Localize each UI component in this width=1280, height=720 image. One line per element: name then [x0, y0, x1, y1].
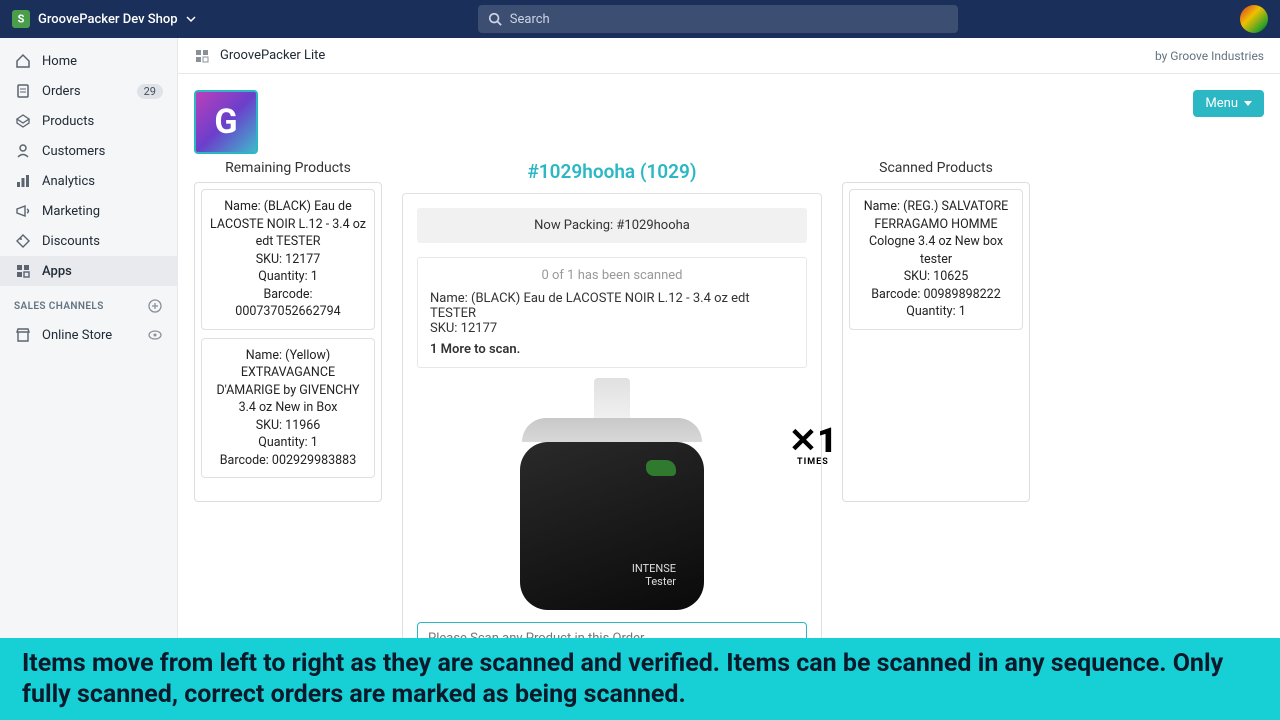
store-icon: [14, 326, 32, 344]
analytics-icon: [14, 172, 32, 190]
app-byline: by Groove Industries: [1155, 49, 1264, 63]
products-icon: [14, 112, 32, 130]
chevron-down-icon: [186, 14, 196, 24]
remaining-title: Remaining Products: [194, 160, 382, 176]
nav-discounts[interactable]: Discounts: [0, 226, 177, 256]
search-icon: [488, 12, 502, 26]
search-field[interactable]: [478, 5, 958, 33]
sales-channels-header: SALES CHANNELS: [0, 286, 177, 320]
nav-label: Marketing: [42, 204, 100, 219]
orders-badge: 29: [137, 84, 163, 99]
shopify-logo-icon: [12, 10, 30, 28]
current-product-sku: SKU: 12177: [430, 321, 794, 336]
add-channel-icon[interactable]: [147, 298, 163, 314]
search-container: [196, 5, 1240, 33]
home-icon: [14, 52, 32, 70]
app-header: GroovePacker Lite by Groove Industries: [178, 38, 1280, 74]
nav-label: Products: [42, 114, 94, 129]
more-to-scan: 1 More to scan.: [430, 342, 794, 357]
center-panel: #1029hooha (1029) Now Packing: #1029hooh…: [402, 160, 822, 716]
remaining-item[interactable]: Name: (Yellow) EXTRAVAGANCE D'AMARIGE by…: [201, 338, 375, 479]
orders-icon: [14, 82, 32, 100]
view-store-icon[interactable]: [147, 327, 163, 343]
avatar[interactable]: [1240, 5, 1268, 33]
nav-label: Analytics: [42, 174, 95, 189]
scanned-title: Scanned Products: [842, 160, 1030, 176]
apps-small-icon: [194, 48, 210, 64]
order-title: #1029hooha (1029): [402, 160, 822, 183]
app-title: GroovePacker Lite: [220, 48, 325, 63]
times-badge: ✕1 TIMES: [789, 428, 837, 466]
search-input[interactable]: [510, 12, 948, 27]
shop-switcher[interactable]: GroovePacker Dev Shop: [12, 10, 196, 28]
top-bar: GroovePacker Dev Shop: [0, 0, 1280, 38]
info-banner: Items move from left to right as they ar…: [0, 638, 1280, 720]
menu-button[interactable]: Menu: [1193, 90, 1264, 117]
nav-label: Orders: [42, 84, 81, 99]
product-image: INTENSE Tester ✕1 TIMES: [417, 378, 807, 610]
apps-icon: [14, 262, 32, 280]
remaining-panel: Remaining Products Name: (BLACK) Eau de …: [194, 160, 382, 716]
nav-products[interactable]: Products: [0, 106, 177, 136]
groovepacker-logo-icon: G: [194, 90, 258, 154]
nav-marketing[interactable]: Marketing: [0, 196, 177, 226]
customers-icon: [14, 142, 32, 160]
shop-name: GroovePacker Dev Shop: [38, 12, 178, 27]
nav-orders[interactable]: Orders 29: [0, 76, 177, 106]
nav-label: Home: [42, 54, 77, 69]
scanned-item[interactable]: Name: (REG.) SALVATORE FERRAGAMO HOMME C…: [849, 189, 1023, 330]
scanned-list[interactable]: Name: (REG.) SALVATORE FERRAGAMO HOMME C…: [842, 182, 1030, 502]
nav-label: Online Store: [42, 328, 112, 343]
marketing-icon: [14, 202, 32, 220]
discounts-icon: [14, 232, 32, 250]
nav-label: Customers: [42, 144, 105, 159]
scan-status: 0 of 1 has been scanned Name: (BLACK) Ea…: [417, 257, 807, 368]
scan-count: 0 of 1 has been scanned: [430, 268, 794, 283]
remaining-item[interactable]: Name: (BLACK) Eau de LACOSTE NOIR L.12 -…: [201, 189, 375, 330]
current-product-name: Name: (BLACK) Eau de LACOSTE NOIR L.12 -…: [430, 291, 794, 321]
caret-down-icon: [1244, 101, 1252, 107]
nav-label: Apps: [42, 264, 72, 279]
nav-customers[interactable]: Customers: [0, 136, 177, 166]
nav-label: Discounts: [42, 234, 100, 249]
nav-home[interactable]: Home: [0, 46, 177, 76]
nav-analytics[interactable]: Analytics: [0, 166, 177, 196]
nav-online-store[interactable]: Online Store: [0, 320, 177, 350]
sidebar: Home Orders 29 Products Customers Analyt…: [0, 38, 178, 720]
lacoste-logo-icon: [646, 460, 676, 476]
nav-apps[interactable]: Apps: [0, 256, 177, 286]
remaining-list[interactable]: Name: (BLACK) Eau de LACOSTE NOIR L.12 -…: [194, 182, 382, 502]
scanned-panel: Scanned Products Name: (REG.) SALVATORE …: [842, 160, 1030, 716]
now-packing-banner: Now Packing: #1029hooha: [417, 208, 807, 243]
app-body: G Menu Remaining Products Name: (BLACK) …: [178, 74, 1280, 720]
main-content: GroovePacker Lite by Groove Industries G…: [178, 38, 1280, 720]
